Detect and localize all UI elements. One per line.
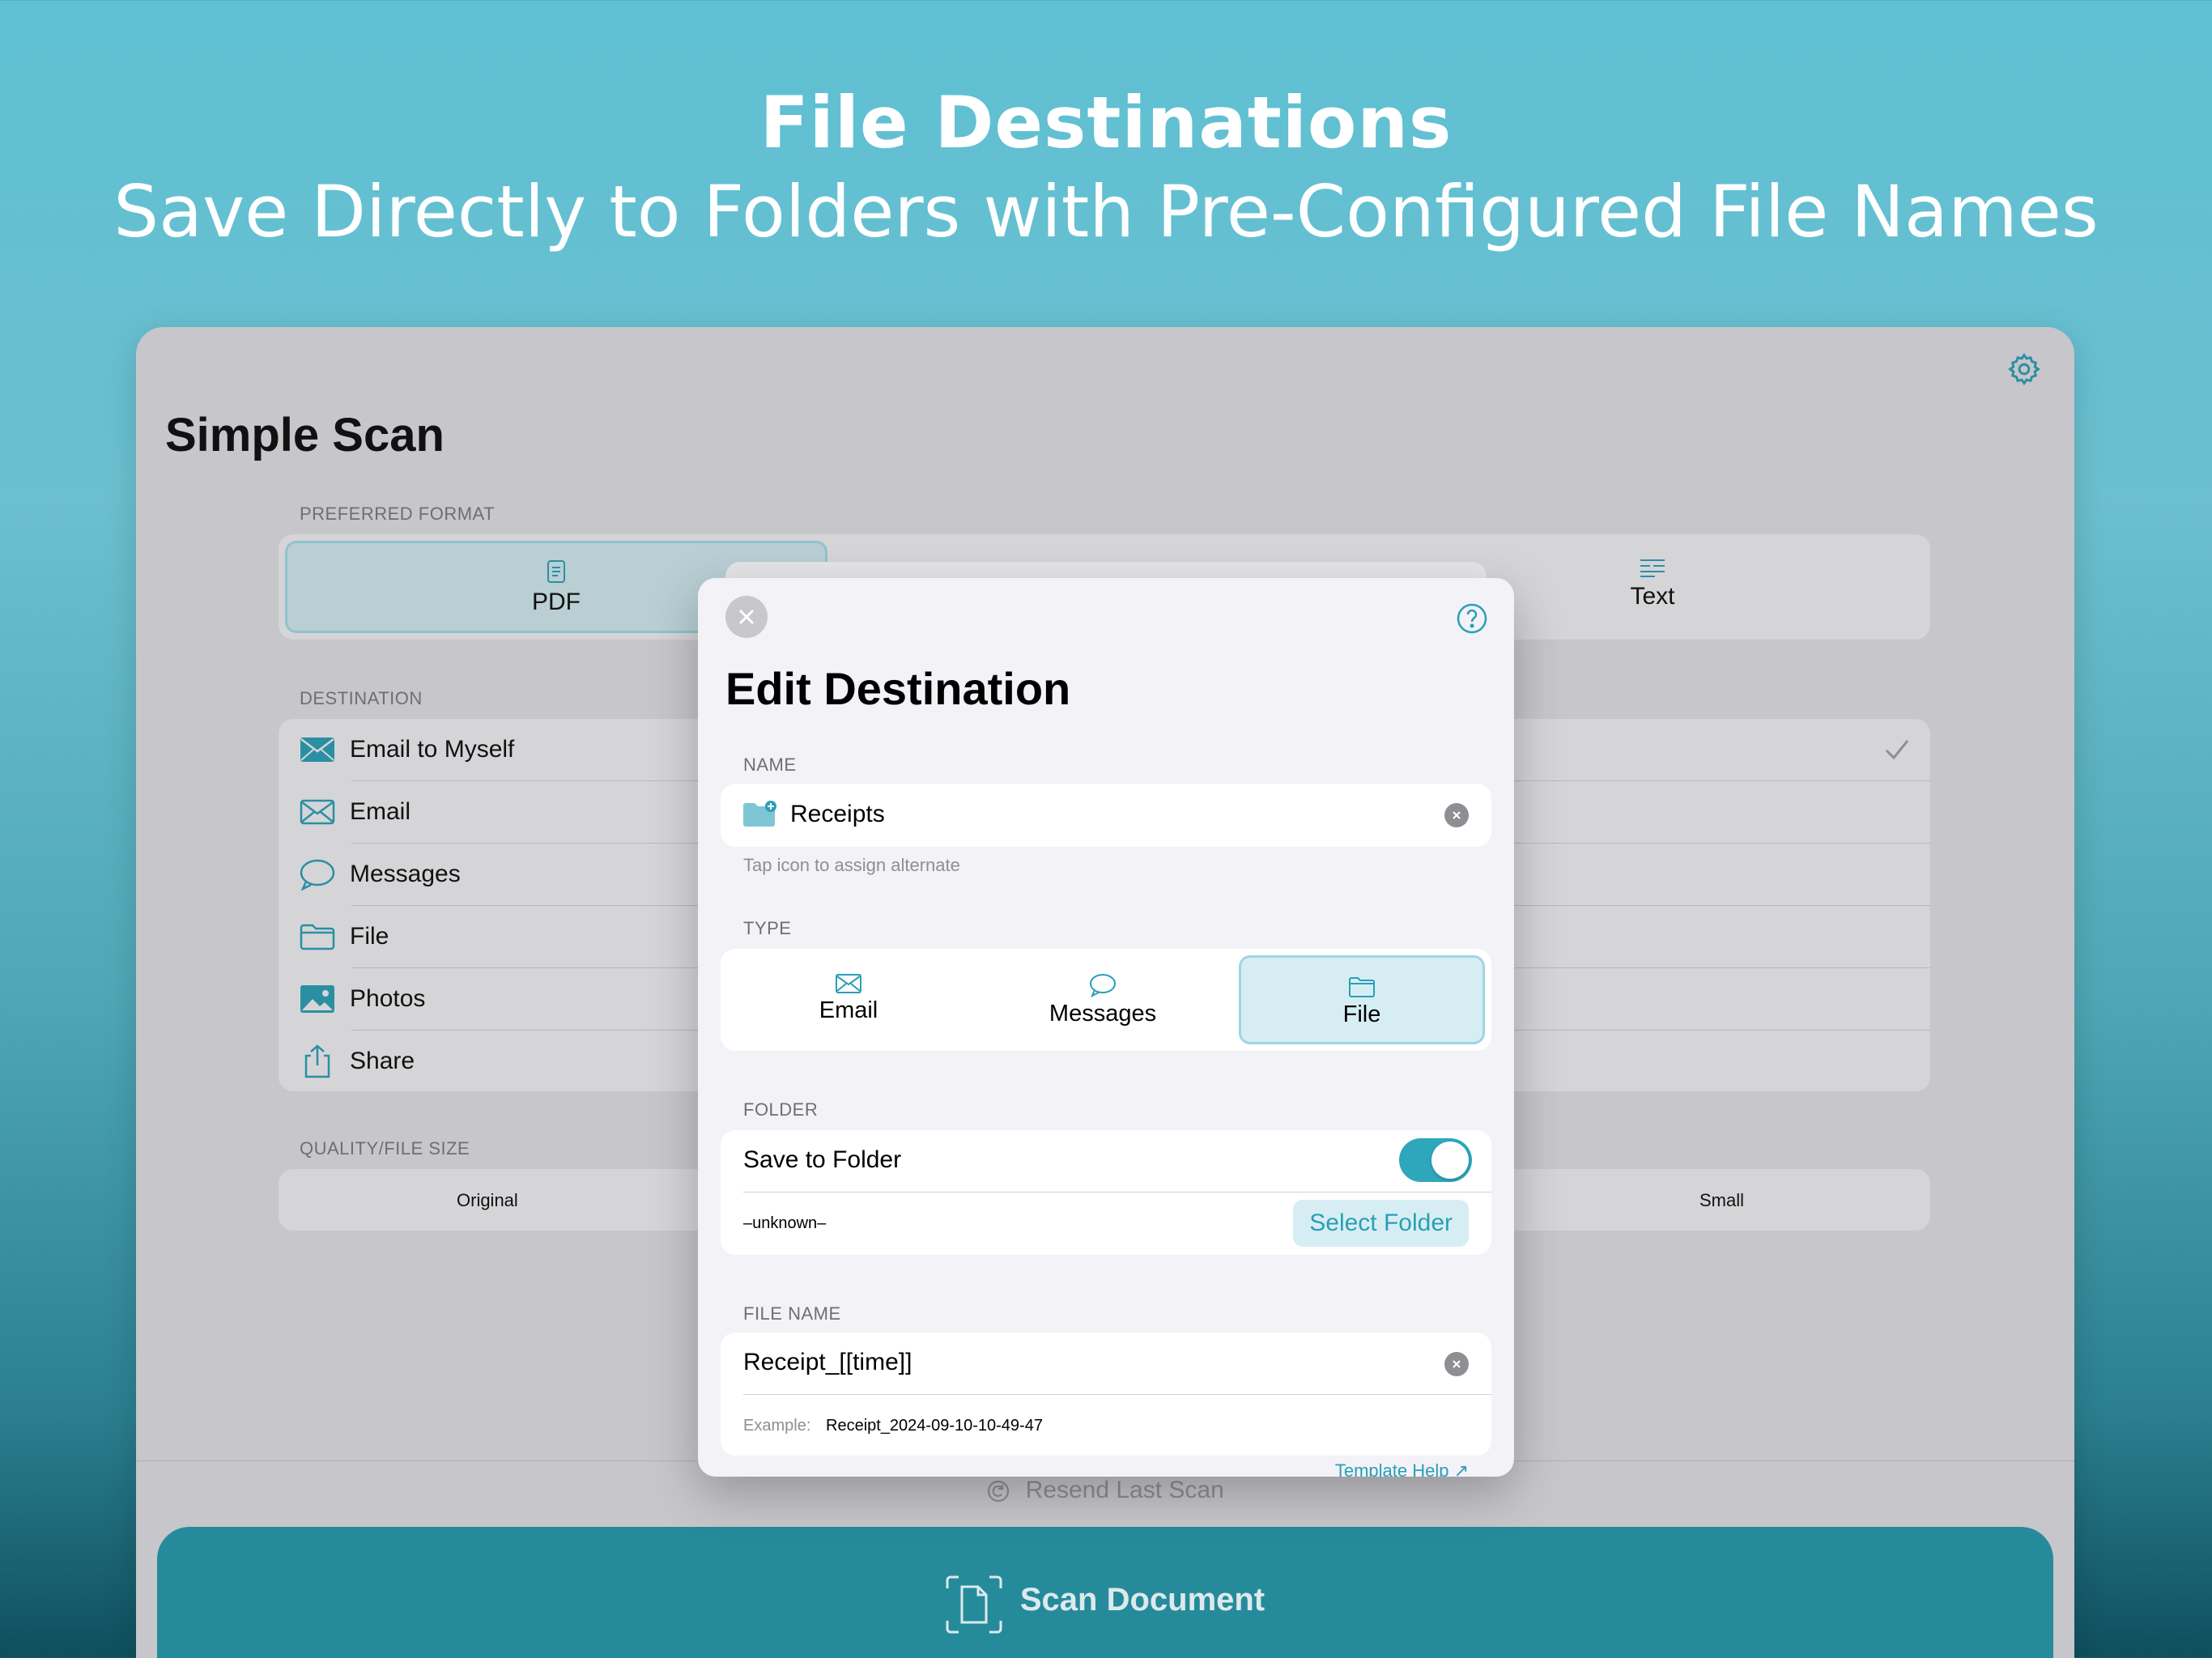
- destination-label: DESTINATION: [300, 688, 423, 708]
- message-bubble-icon: [1090, 974, 1116, 997]
- preferred-format-label: PREFERRED FORMAT: [300, 504, 496, 524]
- photo-icon: [300, 985, 334, 1013]
- resend-icon: [988, 1480, 1010, 1503]
- type-segmented-control: Email Messages File: [721, 949, 1491, 1051]
- scan-document-button[interactable]: Scan Document: [157, 1527, 2053, 1658]
- clear-name-button[interactable]: [1444, 803, 1469, 827]
- type-label: TYPE: [743, 918, 792, 938]
- example-label: Example:: [743, 1417, 811, 1435]
- save-to-folder-toggle[interactable]: [1399, 1138, 1472, 1182]
- scan-document-icon: [946, 1575, 1002, 1634]
- folder-icon: [300, 924, 335, 950]
- checkmark-icon: [1885, 740, 1909, 760]
- quality-original[interactable]: Original: [457, 1190, 518, 1211]
- format-text-label: Text: [1630, 583, 1675, 610]
- type-file-label: File: [1342, 1001, 1381, 1027]
- envelope-filled-icon: [300, 738, 334, 762]
- destination-label-share: Share: [350, 1048, 415, 1074]
- clear-icon: [1453, 1360, 1461, 1368]
- type-messages[interactable]: Messages: [981, 955, 1224, 1044]
- file-name-card: Receipt_[[time]] Example: Receipt_2024-0…: [721, 1333, 1491, 1456]
- help-icon[interactable]: [1456, 602, 1488, 635]
- destination-label-photos: Photos: [350, 985, 426, 1012]
- clear-file-name-button[interactable]: [1444, 1352, 1469, 1376]
- destination-label-file: File: [350, 923, 389, 950]
- document-icon: [547, 560, 565, 583]
- folder-icon: [1349, 977, 1375, 997]
- example-value: Receipt_2024-09-10-10-49-47: [826, 1417, 1043, 1435]
- type-file[interactable]: File: [1239, 955, 1485, 1044]
- hero-title: File Destinations: [759, 81, 1453, 164]
- name-hint: Tap icon to assign alternate: [743, 855, 960, 875]
- save-to-folder-label: Save to Folder: [743, 1146, 902, 1173]
- select-folder-button[interactable]: Select Folder: [1293, 1200, 1469, 1247]
- type-email[interactable]: Email: [727, 955, 970, 1044]
- name-label: NAME: [743, 755, 797, 775]
- resend-last-scan[interactable]: Resend Last Scan: [136, 1477, 2074, 1504]
- edit-destination-sheet: Edit Destination NAME Receipts Tap icon …: [698, 578, 1514, 1477]
- folder-card: Save to Folder –unknown– Select Folder: [721, 1130, 1491, 1255]
- hero-subtitle: Save Directly to Folders with Pre-Config…: [113, 170, 2099, 253]
- name-value[interactable]: Receipts: [790, 801, 885, 828]
- scan-document-label: Scan Document: [1019, 1582, 1266, 1618]
- file-name-label: FILE NAME: [743, 1303, 841, 1324]
- folder-badge-icon[interactable]: [742, 800, 777, 829]
- share-icon: [304, 1044, 330, 1078]
- destination-label-email: Email: [350, 798, 411, 825]
- file-name-input[interactable]: Receipt_[[time]]: [743, 1349, 912, 1376]
- template-help-link[interactable]: Template Help ↗: [1335, 1460, 1469, 1477]
- destination-label-messages: Messages: [350, 861, 461, 887]
- type-email-label: Email: [819, 997, 878, 1023]
- quality-label: QUALITY/FILE SIZE: [300, 1138, 470, 1158]
- close-icon: [738, 609, 755, 625]
- close-button[interactable]: [725, 596, 768, 638]
- message-bubble-icon: [300, 859, 335, 891]
- app-title: Simple Scan: [165, 409, 445, 461]
- text-lines-icon: [1640, 559, 1665, 577]
- resend-label: Resend Last Scan: [1025, 1477, 1224, 1503]
- type-messages-label: Messages: [1049, 1001, 1157, 1027]
- envelope-icon: [300, 799, 335, 825]
- folder-label: FOLDER: [743, 1099, 819, 1120]
- format-pdf-label: PDF: [532, 589, 581, 615]
- quality-small[interactable]: Small: [1699, 1190, 1744, 1211]
- folder-path: –unknown–: [743, 1214, 827, 1232]
- destination-label-email-to-myself: Email to Myself: [350, 736, 515, 763]
- modal-title: Edit Destination: [725, 663, 1071, 714]
- name-field[interactable]: Receipts: [721, 784, 1491, 847]
- gear-icon[interactable]: [2006, 351, 2042, 387]
- clear-icon: [1453, 811, 1461, 819]
- envelope-icon: [836, 974, 861, 993]
